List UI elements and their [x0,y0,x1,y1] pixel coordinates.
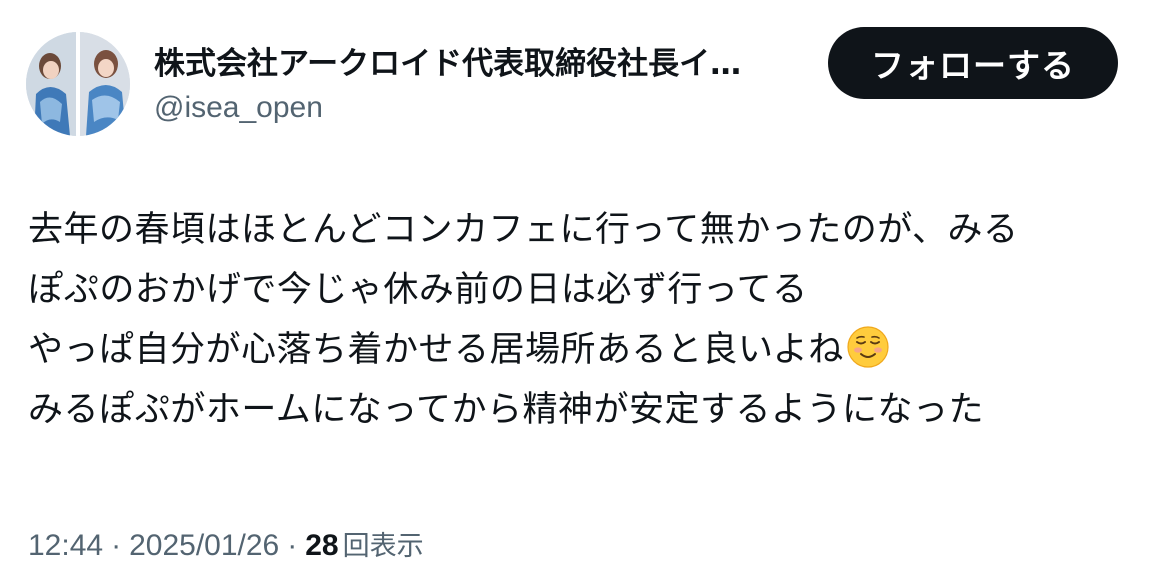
tweet-line: ぽぷのおかげで今じゃ休み前の日は必ず行ってる [28,270,808,310]
tweet-date[interactable]: 2025/01/26 [129,529,279,562]
author-display-name[interactable]: 株式会社アークロイド代表取締役社長イ… [154,42,794,86]
views-count[interactable]: 28 [305,529,338,562]
tweet-line: みるぽぷがホームになってから精神が安定するようになった [28,390,985,430]
views-label: 回表示 [342,531,424,562]
author-avatar[interactable] [26,32,130,136]
tweet-time[interactable]: 12:44 [28,529,103,562]
avatar-image [26,32,130,136]
tweet-meta: 12:44 · 2025/01/26 · 28 回表示 [28,526,424,567]
tweet-line-text: やっぱ自分が心落ち着かせる居場所あると良いよね [28,330,844,370]
tweet-line: 去年の春頃はほとんどコンカフェに行って無かったのが、みる [28,210,1019,250]
relieved-smile-emoji [847,326,889,368]
tweet-text: 去年の春頃はほとんどコンカフェに行って無かったのが、みる ぽぷのおかげで今じゃ休… [28,200,1143,440]
author-handle[interactable]: @isea_open [154,88,323,128]
meta-separator: · [287,529,298,562]
meta-separator: · [111,529,122,562]
tweet-line-with-emoji: やっぱ自分が心落ち着かせる居場所あると良いよね [28,320,1143,380]
follow-button[interactable]: フォローする [828,27,1118,99]
